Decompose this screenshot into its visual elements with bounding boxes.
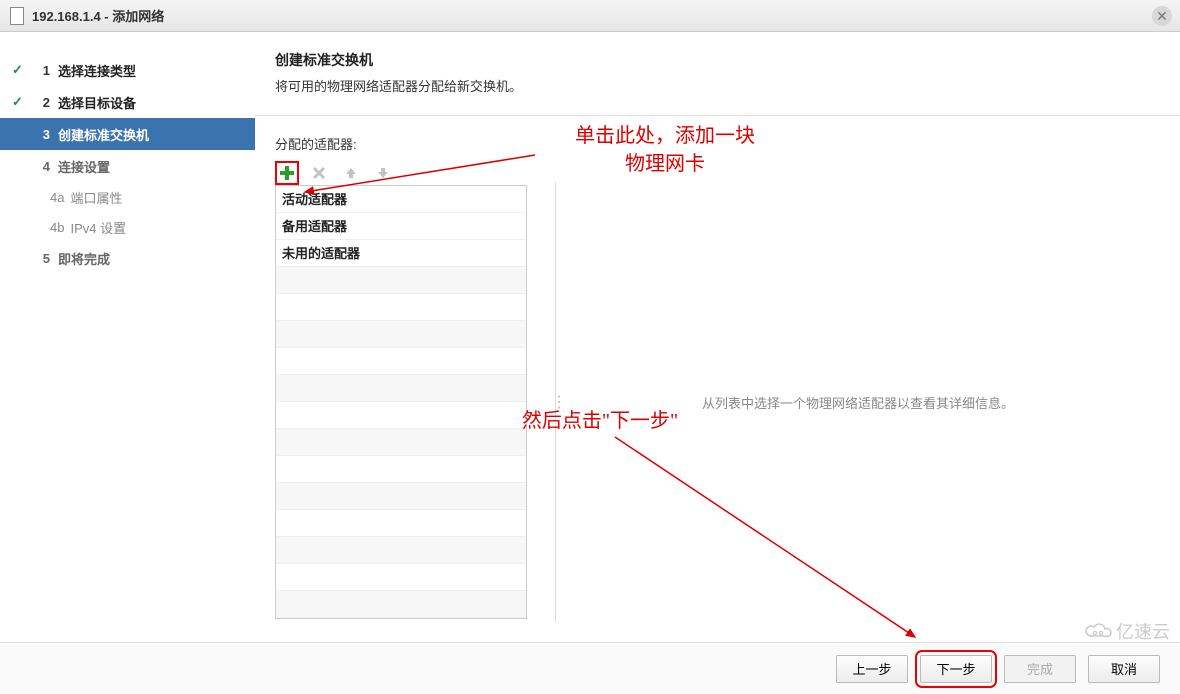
step-1-connection-type[interactable]: ✓ 1 选择连接类型 xyxy=(0,54,255,86)
step-label: 创建标准交换机 xyxy=(58,125,149,144)
list-item xyxy=(276,429,526,456)
window-titlebar: 192.168.1.4 - 添加网络 ✕ xyxy=(0,0,1180,32)
substep-label: IPv4 设置 xyxy=(70,218,126,237)
host-icon xyxy=(10,7,24,25)
step-number: 3 xyxy=(32,127,50,142)
standby-adapters-header: 备用适配器 xyxy=(276,213,526,240)
substep-number: 4a xyxy=(50,190,64,205)
page-title: 创建标准交换机 xyxy=(275,50,1150,70)
cancel-button[interactable]: 取消 xyxy=(1088,655,1160,683)
step-3-create-switch[interactable]: ✓ 3 创建标准交换机 xyxy=(0,118,255,150)
wizard-footer: 上一步 下一步 完成 取消 xyxy=(0,642,1180,694)
list-item xyxy=(276,267,526,294)
list-item xyxy=(276,591,526,618)
step-number: 2 xyxy=(32,95,50,110)
window-title: 192.168.1.4 - 添加网络 xyxy=(32,6,164,25)
move-down-button xyxy=(371,161,395,185)
list-item xyxy=(276,564,526,591)
substep-number: 4b xyxy=(50,220,64,235)
step-number: 1 xyxy=(32,63,50,78)
adapter-detail-panel: 从列表中选择一个物理网络适配器以查看其详细信息。 xyxy=(555,182,1160,622)
add-adapter-button[interactable] xyxy=(275,161,299,185)
remove-adapter-button xyxy=(307,161,331,185)
step-label: 选择目标设备 xyxy=(58,93,136,112)
close-icon[interactable]: ✕ xyxy=(1152,6,1172,26)
step-number: 4 xyxy=(32,159,50,174)
back-button[interactable]: 上一步 xyxy=(836,655,908,683)
arrow-up-icon xyxy=(344,166,358,180)
plus-icon xyxy=(279,165,295,181)
wizard-main-panel: 创建标准交换机 将可用的物理网络适配器分配给新交换机。 分配的适配器: xyxy=(255,32,1180,632)
step-label: 连接设置 xyxy=(58,157,110,176)
step-2-target-device[interactable]: ✓ 2 选择目标设备 xyxy=(0,86,255,118)
list-item xyxy=(276,375,526,402)
step-4-connection-settings: ✓ 4 连接设置 xyxy=(0,150,255,182)
step-4b-ipv4-settings: 4b IPv4 设置 xyxy=(0,212,255,242)
list-item xyxy=(276,510,526,537)
list-item xyxy=(276,537,526,564)
substep-label: 端口属性 xyxy=(70,188,122,207)
assigned-adapters-label: 分配的适配器: xyxy=(275,134,1150,153)
page-subtitle: 将可用的物理网络适配器分配给新交换机。 xyxy=(275,76,1150,95)
x-icon xyxy=(312,166,326,180)
step-5-ready-complete: ✓ 5 即将完成 xyxy=(0,242,255,274)
list-item xyxy=(276,456,526,483)
active-adapters-header: 活动适配器 xyxy=(276,186,526,213)
list-item xyxy=(276,402,526,429)
adapter-list[interactable]: 活动适配器 备用适配器 未用的适配器 xyxy=(275,185,527,619)
wizard-steps-sidebar: ✓ 1 选择连接类型 ✓ 2 选择目标设备 ✓ 3 创建标准交换机 ✓ 4 连接… xyxy=(0,32,255,632)
checkmark-icon: ✓ xyxy=(12,94,28,110)
divider xyxy=(255,115,1180,116)
step-label: 即将完成 xyxy=(58,249,110,268)
arrow-down-icon xyxy=(376,166,390,180)
move-up-button xyxy=(339,161,363,185)
list-item xyxy=(276,321,526,348)
list-item xyxy=(276,348,526,375)
next-button[interactable]: 下一步 xyxy=(920,655,992,683)
detail-placeholder-text: 从列表中选择一个物理网络适配器以查看其详细信息。 xyxy=(702,393,1014,412)
step-number: 5 xyxy=(32,251,50,266)
step-4a-port-properties: 4a 端口属性 xyxy=(0,182,255,212)
finish-button: 完成 xyxy=(1004,655,1076,683)
unused-adapters-header: 未用的适配器 xyxy=(276,240,526,267)
checkmark-icon: ✓ xyxy=(12,62,28,78)
list-item xyxy=(276,294,526,321)
step-label: 选择连接类型 xyxy=(58,61,136,80)
list-item xyxy=(276,483,526,510)
